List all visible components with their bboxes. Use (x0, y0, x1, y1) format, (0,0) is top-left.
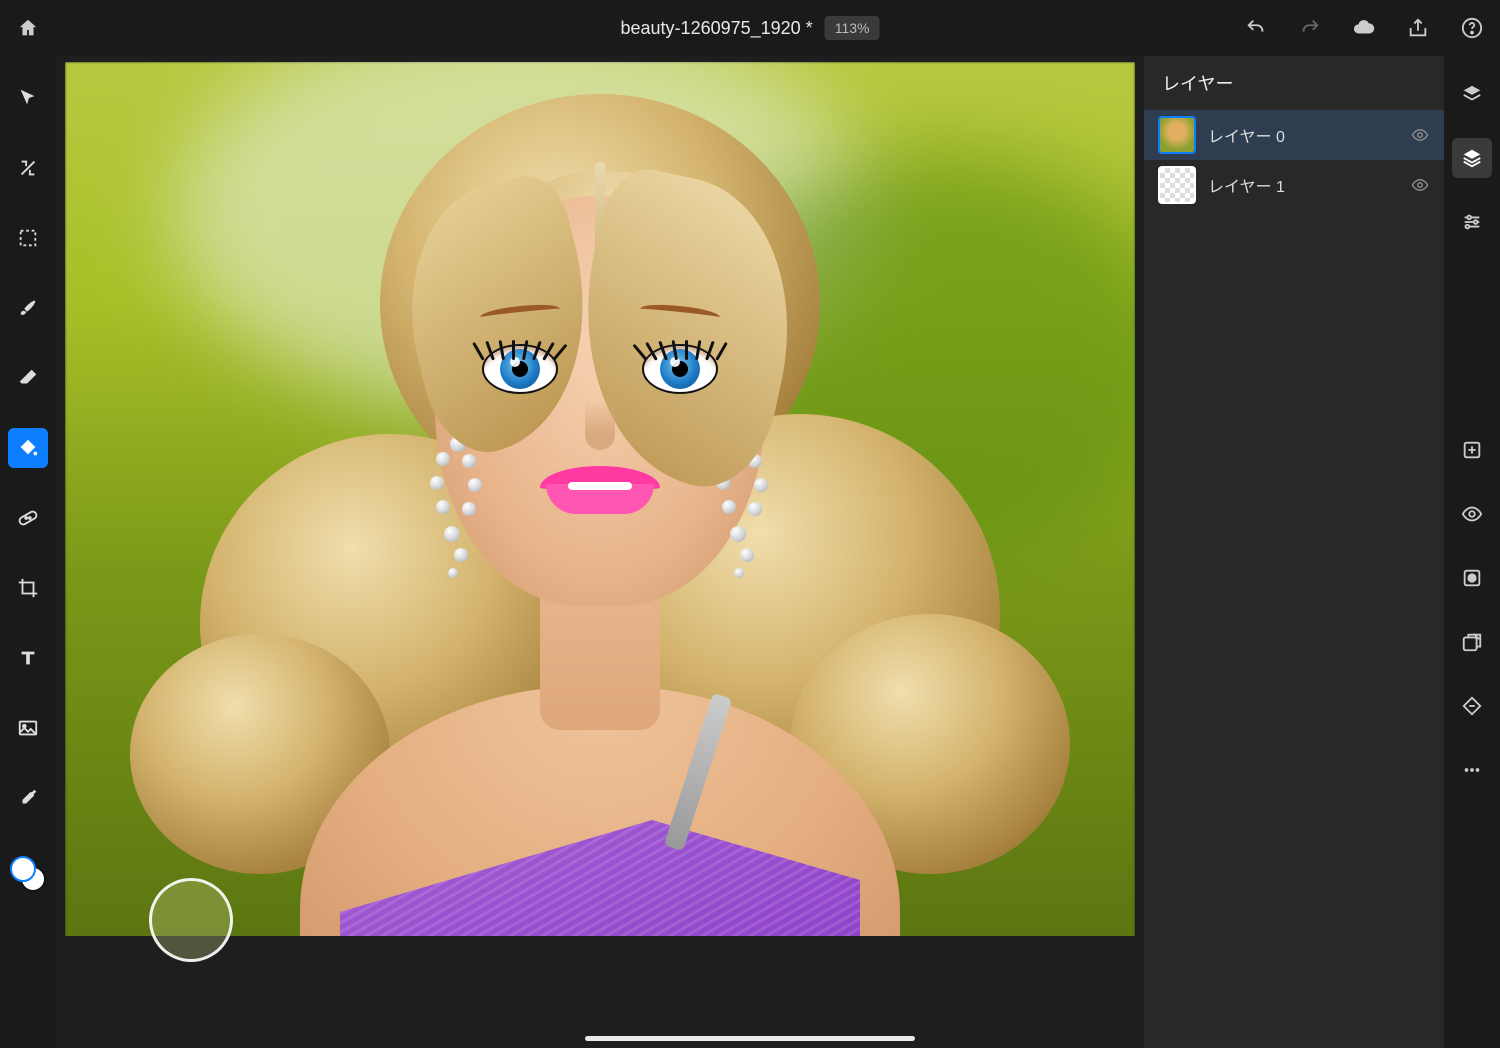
layer-visibility-toggle[interactable] (1410, 125, 1430, 145)
add-layer-button[interactable] (1452, 430, 1492, 470)
foreground-color-swatch[interactable] (10, 856, 36, 882)
visibility-button[interactable] (1452, 494, 1492, 534)
help-button[interactable] (1460, 16, 1484, 40)
touch-shortcut-circle[interactable] (149, 878, 233, 962)
document-title: beauty-1260975_1920 * (621, 18, 813, 39)
mask-button[interactable] (1452, 558, 1492, 598)
zoom-badge[interactable]: 113% (825, 16, 880, 40)
left-toolbar (0, 56, 56, 1048)
canvas-image-subject (110, 66, 1090, 986)
layer-visibility-toggle[interactable] (1410, 175, 1430, 195)
brush-tool[interactable] (8, 288, 48, 328)
clip-button[interactable] (1452, 622, 1492, 662)
transform-tool[interactable] (8, 148, 48, 188)
more-button[interactable] (1452, 750, 1492, 790)
layer-item[interactable]: レイヤー 1 (1144, 160, 1444, 210)
eyedropper-tool[interactable] (8, 778, 48, 818)
layers-panel-title: レイヤー (1144, 56, 1444, 110)
eraser-tool[interactable] (8, 358, 48, 398)
layer-name: レイヤー 0 (1208, 123, 1398, 147)
home-button[interactable] (16, 16, 40, 40)
canvas-area[interactable] (56, 56, 1144, 1048)
heal-tool[interactable] (8, 498, 48, 538)
delete-layer-button[interactable] (1452, 686, 1492, 726)
fill-tool[interactable] (8, 428, 48, 468)
layer-thumbnail[interactable] (1158, 116, 1196, 154)
layer-name: レイヤー 1 (1208, 173, 1398, 197)
layer-thumbnail[interactable] (1158, 166, 1196, 204)
color-swatch[interactable] (10, 856, 46, 892)
layers-detail-button[interactable] (1452, 138, 1492, 178)
crop-tool[interactable] (8, 568, 48, 608)
layer-properties-button[interactable] (1452, 202, 1492, 242)
type-tool[interactable] (8, 638, 48, 678)
layers-compact-button[interactable] (1452, 74, 1492, 114)
redo-button[interactable] (1298, 16, 1322, 40)
home-indicator (585, 1036, 915, 1041)
top-bar: beauty-1260975_1920 * 113% (0, 0, 1500, 56)
layers-panel: レイヤー レイヤー 0 レイヤー 1 (1144, 56, 1444, 1048)
canvas[interactable] (65, 62, 1135, 1002)
place-image-tool[interactable] (8, 708, 48, 748)
cloud-button[interactable] (1352, 16, 1376, 40)
canvas-pad (65, 936, 1135, 1002)
right-toolbar (1444, 56, 1500, 1048)
selection-tool[interactable] (8, 218, 48, 258)
layer-item[interactable]: レイヤー 0 (1144, 110, 1444, 160)
undo-button[interactable] (1244, 16, 1268, 40)
share-button[interactable] (1406, 16, 1430, 40)
move-tool[interactable] (8, 78, 48, 118)
